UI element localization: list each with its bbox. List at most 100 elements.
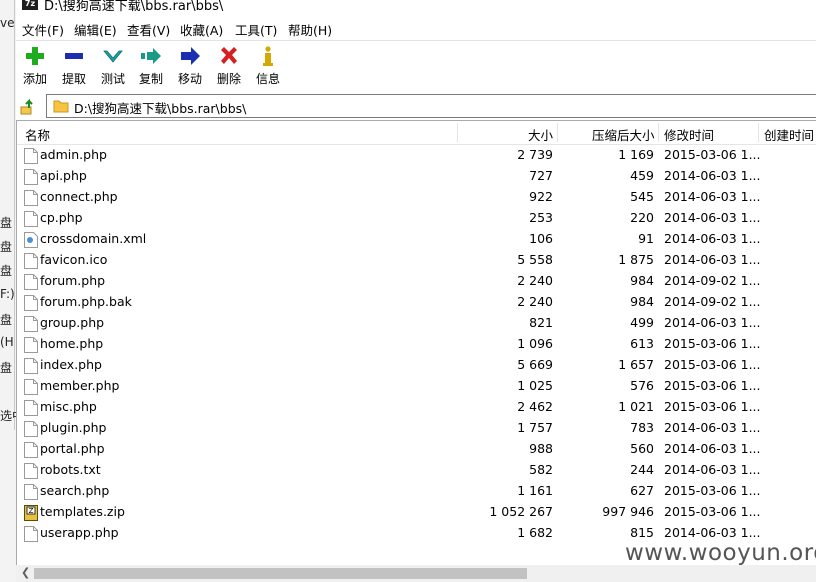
file-row[interactable]: forum.php.bak 2 240 984 2014-09-02 1... [17,292,816,313]
file-name: member.php [40,378,120,393]
file-size: 727 [529,168,553,183]
up-folder-button[interactable] [18,95,40,117]
toolbar-button-info[interactable]: 信息 [250,45,286,87]
column-separator[interactable] [658,123,659,142]
toolbar-button-check[interactable]: 测试 [95,45,131,87]
file-name: home.php [40,336,104,351]
file-packed-size: 627 [630,483,654,498]
file-name: crossdomain.xml [40,231,147,246]
file-size: 106 [529,231,553,246]
toolbar-button-label: 信息 [255,72,280,86]
background-window-fragment: ve [0,16,15,30]
column-created[interactable]: 创建时间 [764,125,814,144]
background-window-fragment: 盘 [0,313,13,327]
toolbar-button-delete-x[interactable]: 删除 [211,45,247,87]
file-list[interactable]: 名称 大小 压缩后大小 修改时间 创建时间 admin.php 2 739 1 … [16,120,816,566]
file-type-icon [24,463,38,482]
column-separator[interactable] [758,123,759,142]
plus-icon [26,47,44,65]
file-packed-size: 244 [630,462,654,477]
file-type-icon [24,211,38,230]
file-name: misc.php [40,399,97,414]
file-name: search.php [40,483,110,498]
file-row[interactable]: member.php 1 025 576 2015-03-06 1... [17,376,816,397]
background-divider [14,0,15,430]
toolbar-button-label: 测试 [100,72,125,86]
file-type-icon [24,253,38,272]
file-row[interactable]: Z templates.zip 1 052 267 997 946 2015-0… [17,502,816,523]
file-packed-size: 576 [630,378,654,393]
column-separator[interactable] [457,123,458,142]
toolbar-button-copy-arrow[interactable]: 复制 [133,45,169,87]
file-size: 821 [529,315,553,330]
file-row[interactable]: favicon.ico 5 558 1 875 2014-06-03 1... [17,250,816,271]
file-name: group.php [40,315,105,330]
file-name: portal.php [40,441,105,456]
file-packed-size: 545 [630,189,654,204]
folder-icon [53,100,69,113]
file-packed-size: 997 946 [602,504,654,519]
file-type-icon: Z [24,505,38,524]
file-name: forum.php [40,273,106,288]
file-name: index.php [40,357,102,372]
file-type-icon [24,400,38,419]
menu-item[interactable]: 查看(V) [127,20,170,39]
column-separator[interactable] [557,123,558,142]
file-type-icon [24,379,38,398]
file-modified: 2015-03-06 1... [664,483,761,498]
file-row[interactable]: home.php 1 096 613 2015-03-06 1... [17,334,816,355]
file-type-icon [24,442,38,461]
file-row[interactable]: plugin.php 1 757 783 2014-06-03 1... [17,418,816,439]
file-row[interactable]: admin.php 2 739 1 169 2015-03-06 1... [17,145,816,166]
file-size: 988 [529,441,553,456]
column-modified[interactable]: 修改时间 [664,125,714,144]
file-row[interactable]: robots.txt 582 244 2014-06-03 1... [17,460,816,481]
scrollbar-thumb[interactable] [34,568,527,579]
address-field[interactable]: D:\搜狗高速下载\bbs.rar\bbs\ [46,94,816,118]
file-name: templates.zip [40,504,125,519]
toolbar-button-plus[interactable]: 添加 [17,45,53,87]
file-row[interactable]: misc.php 2 462 1 021 2015-03-06 1... [17,397,816,418]
file-row[interactable]: cp.php 253 220 2014-06-03 1... [17,208,816,229]
file-type-icon [24,169,38,188]
file-row[interactable]: index.php 5 669 1 657 2015-03-06 1... [17,355,816,376]
file-row[interactable]: crossdomain.xml 106 91 2014-06-03 1... [17,229,816,250]
column-name[interactable]: 名称 [25,125,50,144]
file-size: 1 096 [517,336,553,351]
file-icon [24,253,38,269]
horizontal-scrollbar[interactable]: ❮ [16,565,816,582]
column-packed-size[interactable]: 压缩后大小 [592,125,655,144]
menu-item[interactable]: 帮助(H) [288,20,332,39]
file-type-icon [24,316,38,335]
background-window-fragment: (H [0,335,14,349]
menu-item[interactable]: 编辑(E) [74,20,117,39]
zip-archive-icon: Z [24,505,38,521]
file-row[interactable]: forum.php 2 240 984 2014-09-02 1... [17,271,816,292]
file-icon [24,526,38,542]
column-size[interactable]: 大小 [528,125,553,144]
file-icon [24,211,38,227]
menu-item[interactable]: 文件(F) [22,20,64,39]
xml-file-icon [24,232,38,248]
file-type-icon [24,295,38,314]
file-row[interactable]: connect.php 922 545 2014-06-03 1... [17,187,816,208]
menu-item[interactable]: 收藏(A) [180,20,223,39]
file-row[interactable]: api.php 727 459 2014-06-03 1... [17,166,816,187]
file-size: 1 052 267 [489,504,553,519]
menu-bar: 文件(F) 编辑(E) 查看(V) 收藏(A) 工具(T) 帮助(H) [16,17,816,39]
menu-item[interactable]: 工具(T) [235,20,277,39]
file-icon [24,295,38,311]
toolbar-button-move-arrow[interactable]: 移动 [172,45,208,87]
file-size: 5 669 [517,357,553,372]
toolbar-button-minus[interactable]: 提取 [56,45,92,87]
file-row[interactable]: group.php 821 499 2014-06-03 1... [17,313,816,334]
file-modified: 2014-06-03 1... [664,231,761,246]
toolbar-button-label: 复制 [138,72,163,86]
file-size: 1 682 [517,525,553,540]
file-type-icon [24,232,38,251]
scroll-left-icon[interactable]: ❮ [21,566,30,579]
list-header: 名称 大小 压缩后大小 修改时间 创建时间 [17,121,816,145]
file-row[interactable]: search.php 1 161 627 2015-03-06 1... [17,481,816,502]
file-row[interactable]: portal.php 988 560 2014-06-03 1... [17,439,816,460]
file-modified: 2014-06-03 1... [664,462,761,477]
